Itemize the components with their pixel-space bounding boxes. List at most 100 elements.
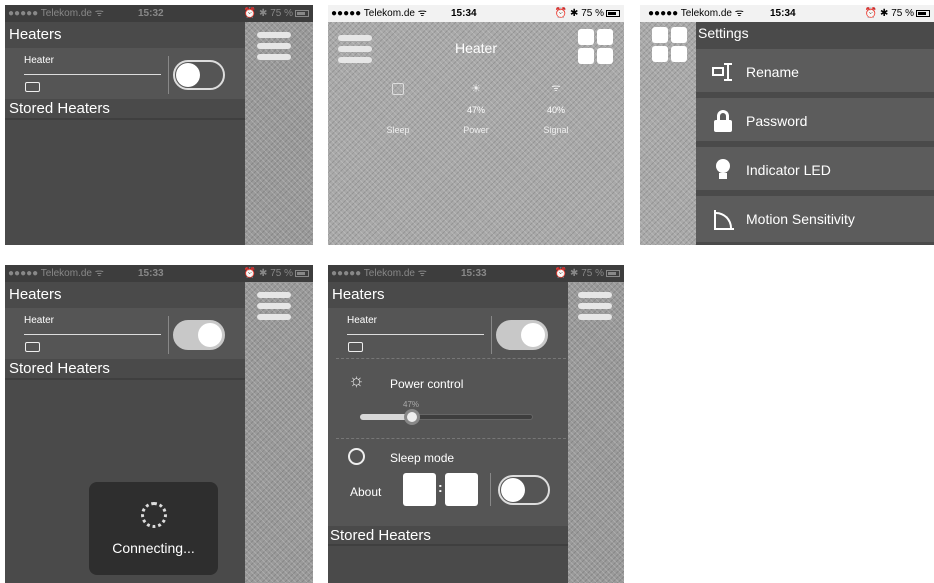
screen-connecting: ●●●●● Telekom.de ᯤ 15:33 ⏰ ✱ 75 % Heater… — [5, 265, 313, 583]
clock-label: 15:34 — [770, 8, 796, 19]
clock-label: 15:33 — [138, 268, 164, 279]
sleep-mode-label: Sleep mode — [390, 451, 455, 465]
status-right: ⏰ ✱ 75 % — [864, 8, 914, 19]
lock-icon — [712, 110, 734, 132]
about-label: About — [350, 485, 382, 499]
section-title-heaters: Heaters — [9, 286, 62, 303]
stat-power: ☀ 47% Power — [446, 83, 506, 135]
wifi-icon: ᯤ — [551, 83, 561, 94]
row-separator — [491, 316, 492, 354]
stat-label: Sleep — [386, 125, 410, 135]
menu-item-rename[interactable]: Rename — [696, 49, 934, 95]
stat-value: 40% — [546, 105, 565, 115]
sun-icon: ☀ — [471, 83, 481, 95]
heater-icon — [25, 342, 40, 352]
connecting-overlay: Connecting... — [89, 482, 218, 575]
clock-icon — [392, 83, 404, 95]
alarm-icon — [348, 448, 365, 465]
sleep-minutes-box[interactable] — [445, 473, 478, 506]
heater-power-toggle[interactable] — [496, 320, 548, 350]
battery-icon — [606, 10, 620, 17]
connecting-label: Connecting... — [112, 540, 195, 556]
menu-item-label: Password — [746, 113, 808, 129]
stored-band — [328, 544, 568, 546]
screen-settings: ●●●●● Telekom.de ᯤ 15:34 ⏰ ✱ 75 % Settin… — [640, 5, 934, 245]
section-title-heaters: Heaters — [9, 26, 62, 43]
stat-value: 47% — [466, 105, 485, 115]
carrier-label: ●●●●● Telekom.de ᯤ — [8, 8, 104, 19]
hamburger-menu-icon[interactable] — [257, 32, 291, 60]
heater-name: Heater — [24, 55, 55, 66]
battery-icon — [606, 270, 620, 277]
status-bar: ●●●●● Telekom.de ᯤ 15:32 ⏰ ✱ 75 % — [5, 5, 313, 22]
heater-row[interactable]: Heater — [5, 48, 245, 99]
section-title-stored: Stored Heaters — [330, 527, 431, 544]
hamburger-menu-icon[interactable] — [257, 292, 291, 320]
clock-label: 15:34 — [451, 8, 477, 19]
status-bar: ●●●●● Telekom.de ᯤ 15:34 ⏰ ✱ 75 % — [640, 5, 934, 22]
heater-divider — [347, 334, 484, 335]
stat-label: Power — [463, 125, 489, 135]
menu-item-password[interactable]: Password — [696, 98, 934, 144]
menu-item-label: Indicator LED — [746, 162, 831, 178]
sleep-mode-toggle[interactable] — [498, 475, 550, 505]
row-separator — [168, 316, 169, 354]
stored-band — [5, 118, 245, 120]
status-right: ⏰ ✱ 75 % — [554, 8, 604, 19]
heater-icon — [348, 342, 363, 352]
heater-row[interactable]: Heater — [5, 308, 245, 359]
stat-sleep: Sleep — [368, 83, 428, 135]
screen-heaters-list: ●●●●● Telekom.de ᯤ 15:32 ⏰ ✱ 75 % Heater… — [5, 5, 313, 245]
heater-name: Heater — [24, 315, 55, 326]
clock-label: 15:32 — [138, 8, 164, 19]
power-control-label: Power control — [390, 377, 464, 391]
menu-item-label: Rename — [746, 64, 799, 80]
heater-divider — [24, 334, 161, 335]
section-title-stored: Stored Heaters — [9, 360, 110, 377]
menu-item-motion-sensitivity[interactable]: Motion Sensitivity — [696, 196, 934, 242]
heater-divider — [24, 74, 161, 75]
hamburger-menu-icon[interactable] — [578, 292, 612, 320]
heater-expanded-panel: Heater ☼ Power control 47% Sleep mode Ab… — [328, 308, 568, 526]
time-colon: : — [438, 479, 443, 495]
divider-dashed — [336, 358, 566, 359]
side-menu-strip[interactable] — [245, 282, 313, 583]
heater-power-toggle[interactable] — [173, 60, 225, 90]
stored-band — [5, 378, 245, 380]
screen-heater-detail: ●●●●● Telekom.de ᯤ 15:34 ⏰ ✱ 75 % Heater… — [328, 5, 624, 245]
clock-label: 15:33 — [461, 268, 487, 279]
status-right: ⏰ ✱ 75 % — [243, 8, 293, 19]
stat-signal: ᯤ 40% Signal — [526, 83, 586, 135]
battery-icon — [916, 10, 930, 17]
heater-power-toggle[interactable] — [173, 320, 225, 350]
sleep-hours-box[interactable] — [403, 473, 436, 506]
section-title-heaters: Heaters — [332, 286, 385, 303]
menu-item-label: Motion Sensitivity — [746, 211, 855, 227]
power-slider-thumb[interactable] — [404, 409, 420, 425]
status-bar: ●●●●● Telekom.de ᯤ 15:34 ⏰ ✱ 75 % — [328, 5, 624, 22]
power-value-label: 47% — [403, 400, 420, 409]
divider-dashed — [336, 438, 566, 439]
sun-icon: ☼ — [348, 370, 365, 390]
row-separator — [490, 473, 491, 506]
side-menu-strip[interactable] — [568, 282, 624, 583]
section-title-stored: Stored Heaters — [9, 100, 110, 117]
carrier-label: ●●●●● Telekom.de ᯤ — [648, 8, 744, 19]
battery-icon — [295, 270, 309, 277]
status-bar: ●●●●● Telekom.de ᯤ 15:33 ⏰ ✱ 75 % — [5, 265, 313, 282]
status-right: ⏰ ✱ 75 % — [243, 268, 293, 279]
carrier-label: ●●●●● Telekom.de ᯤ — [8, 268, 104, 279]
heater-name: Heater — [347, 315, 378, 326]
carrier-label: ●●●●● Telekom.de ᯤ — [331, 268, 427, 279]
menu-item-indicator-led[interactable]: Indicator LED — [696, 147, 934, 193]
status-right: ⏰ ✱ 75 % — [554, 268, 604, 279]
heater-icon — [25, 82, 40, 92]
grid-view-icon[interactable] — [578, 29, 614, 65]
rename-icon — [712, 61, 734, 83]
spinner-icon — [141, 502, 167, 528]
stat-value — [368, 105, 428, 117]
motion-icon — [712, 208, 734, 230]
bulb-icon — [712, 159, 734, 181]
row-separator — [168, 56, 169, 94]
grid-view-icon[interactable] — [652, 27, 688, 63]
